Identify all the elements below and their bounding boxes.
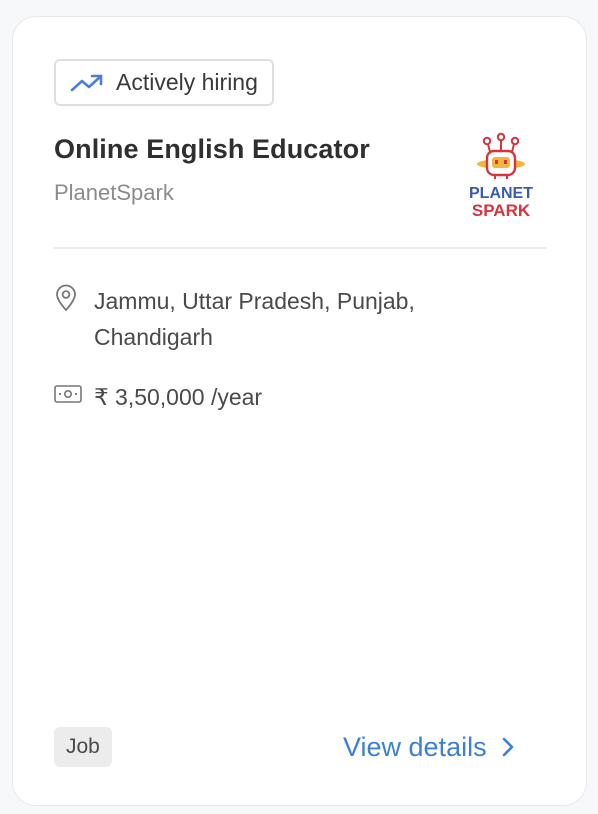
divider [54,247,547,249]
company-name[interactable]: PlanetSpark [54,180,174,206]
company-logo[interactable]: PLANET SPARK [466,130,536,222]
money-icon [54,379,84,409]
job-type-tag: Job [54,727,112,767]
location-text: Jammu, Uttar Pradesh, Punjab, Chandigarh [94,288,415,350]
job-card[interactable]: Actively hiring Online English Educator … [12,16,587,806]
job-title[interactable]: Online English Educator [54,134,370,165]
actively-hiring-badge: Actively hiring [54,59,274,106]
view-details-label: View details [343,731,487,762]
chevron-right-icon [501,736,523,758]
logo-text-spark: SPARK [472,201,531,220]
location-row: Jammu, Uttar Pradesh, Punjab, Chandigarh [54,283,514,355]
logo-text-planet: PLANET [469,185,533,202]
location-pin-icon [54,283,84,313]
trending-up-icon [70,73,104,93]
badge-label: Actively hiring [116,69,258,95]
view-details-link[interactable]: View details [343,727,523,767]
salary-text: ₹ 3,50,000 /year [94,384,263,410]
salary-row: ₹ 3,50,000 /year [54,379,514,415]
